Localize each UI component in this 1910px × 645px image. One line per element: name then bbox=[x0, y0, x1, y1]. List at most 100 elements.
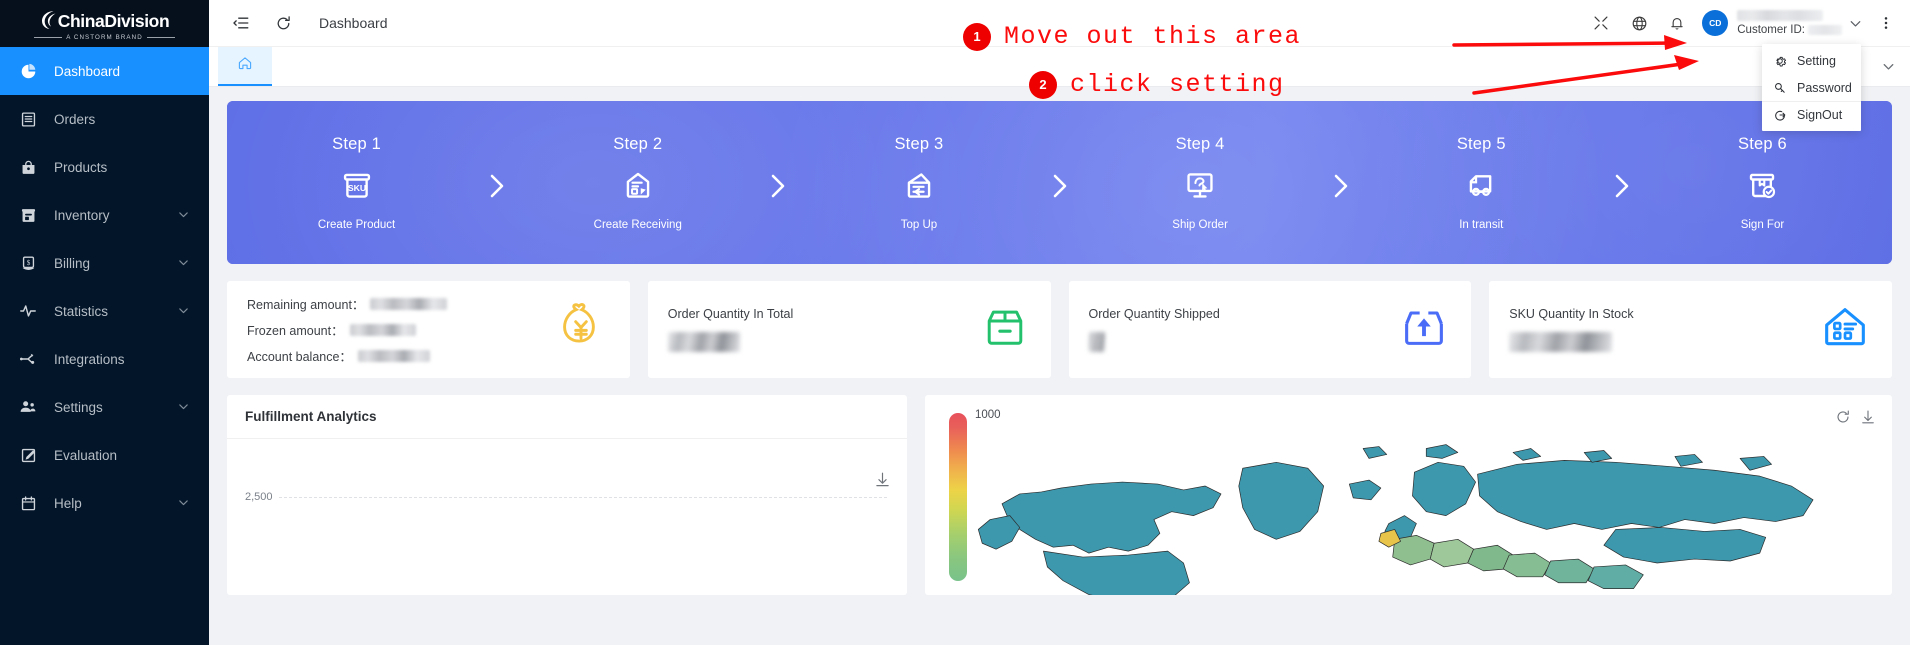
bell-icon[interactable] bbox=[1658, 4, 1696, 42]
dashboard-content: Step 1 SKU Create Product Step 2 Create … bbox=[209, 87, 1910, 595]
step-label: In transit bbox=[1459, 218, 1504, 231]
sku-box-icon: SKU bbox=[335, 162, 379, 208]
frozen-amount-label: Frozen amount： bbox=[247, 324, 344, 338]
customer-id-label: Customer ID: bbox=[1737, 24, 1842, 36]
map-toolbar bbox=[1835, 409, 1876, 425]
step-label: Create Receiving bbox=[593, 218, 682, 231]
home-icon bbox=[237, 55, 253, 76]
remaining-amount-label: Remaining amount： bbox=[247, 298, 365, 312]
menu-item-setting[interactable]: Setting bbox=[1762, 47, 1861, 74]
sidebar-item-statistics[interactable]: Statistics bbox=[0, 287, 209, 335]
bag-icon bbox=[16, 156, 40, 178]
more-vertical-icon[interactable] bbox=[1872, 4, 1900, 42]
sidebar-item-inventory[interactable]: Inventory bbox=[0, 191, 209, 239]
sidebar-item-evaluation[interactable]: Evaluation bbox=[0, 431, 209, 479]
sidebar-item-settings[interactable]: Settings bbox=[0, 383, 209, 431]
card-order-quantity-shipped[interactable]: Order Quantity Shipped bbox=[1068, 281, 1472, 378]
fullscreen-icon[interactable] bbox=[1582, 4, 1620, 42]
avatar[interactable]: CD bbox=[1702, 10, 1729, 36]
warehouse-icon bbox=[1818, 300, 1872, 359]
panel-header: Fulfillment Analytics bbox=[227, 395, 907, 439]
user-dropdown-menu[interactable]: Setting Password SignOut bbox=[1762, 44, 1861, 131]
step-6[interactable]: Step 6 Sign For bbox=[1639, 135, 1886, 231]
tab-home[interactable] bbox=[218, 47, 272, 86]
sidebar-item-label: Statistics bbox=[54, 303, 109, 319]
menu-item-signout[interactable]: SignOut bbox=[1762, 101, 1861, 128]
chevron-right-icon bbox=[1324, 165, 1358, 201]
download-icon[interactable] bbox=[874, 471, 891, 493]
card-order-quantity-total[interactable]: Order Quantity In Total bbox=[647, 281, 1051, 378]
step-3[interactable]: Step 3 Top Up bbox=[795, 135, 1042, 231]
pulse-icon bbox=[16, 300, 40, 322]
step-4[interactable]: Step 4 Ship Order bbox=[1077, 135, 1324, 231]
step-title: Step 6 bbox=[1737, 134, 1787, 153]
menu-fold-icon[interactable] bbox=[227, 9, 255, 37]
sidebar-item-label: Dashboard bbox=[54, 63, 121, 79]
menu-item-label: SignOut bbox=[1797, 108, 1843, 122]
sidebar-item-integrations[interactable]: Integrations bbox=[0, 335, 209, 383]
chevron-right-icon bbox=[1605, 165, 1639, 201]
chevron-down-icon bbox=[178, 304, 189, 319]
onboarding-steps-banner: Step 1 SKU Create Product Step 2 Create … bbox=[227, 101, 1892, 264]
frozen-amount-value-redacted bbox=[349, 323, 416, 336]
svg-text:SKU: SKU bbox=[347, 183, 365, 193]
step-title: Step 1 bbox=[332, 134, 382, 153]
chinadivision-swoosh-icon bbox=[40, 10, 57, 30]
refresh-icon[interactable] bbox=[1835, 409, 1851, 425]
box-icon bbox=[16, 204, 40, 226]
chevron-down-icon bbox=[178, 400, 189, 415]
sidebar-item-dashboard[interactable]: Dashboard bbox=[0, 47, 209, 95]
menu-item-password[interactable]: Password bbox=[1762, 74, 1861, 101]
account-balance-row: Account balance： bbox=[247, 346, 447, 365]
refresh-icon[interactable] bbox=[269, 9, 297, 37]
sidebar-item-label: Settings bbox=[54, 399, 103, 415]
orders-icon bbox=[16, 108, 40, 130]
calendar-icon bbox=[16, 492, 40, 514]
step-title: Step 3 bbox=[894, 134, 944, 153]
chevron-down-icon bbox=[178, 256, 189, 271]
step-title: Step 4 bbox=[1175, 134, 1225, 153]
user-info[interactable]: Customer ID: bbox=[1737, 3, 1842, 43]
user-menu-chevron-down-icon[interactable] bbox=[1842, 4, 1868, 42]
account-balance-value-redacted bbox=[357, 349, 430, 362]
top-header: Dashboard CD Customer ID: bbox=[209, 0, 1910, 47]
money-bag-icon bbox=[552, 298, 610, 361]
step-5[interactable]: Step 5 In transit bbox=[1358, 135, 1605, 231]
download-icon[interactable] bbox=[1860, 409, 1876, 425]
account-balance-label: Account balance： bbox=[247, 350, 352, 364]
colorbar-max-label: 1000 bbox=[975, 409, 1001, 421]
card-value-redacted bbox=[1509, 332, 1613, 352]
brand-logo[interactable]: ChinaDivision A CNSTORM BRAND bbox=[0, 0, 209, 47]
world-map[interactable] bbox=[925, 413, 1892, 595]
step-label: Ship Order bbox=[1172, 218, 1228, 231]
receiving-icon bbox=[616, 162, 660, 208]
step-1[interactable]: Step 1 SKU Create Product bbox=[233, 135, 480, 231]
stat-cards: Remaining amount： Frozen amount： Account… bbox=[227, 281, 1892, 378]
frozen-amount-row: Frozen amount： bbox=[247, 320, 447, 339]
brand-name: ChinaDivision bbox=[57, 10, 170, 31]
sidebar: ChinaDivision A CNSTORM BRAND Dashboard … bbox=[0, 0, 209, 645]
dollar-icon: $ bbox=[16, 252, 40, 274]
globe-icon[interactable] bbox=[1620, 4, 1658, 42]
sidebar-item-orders[interactable]: Orders bbox=[0, 95, 209, 143]
sidebar-item-label: Billing bbox=[54, 255, 91, 271]
card-sku-quantity-stock[interactable]: SKU Quantity In Stock bbox=[1489, 281, 1892, 378]
step-2[interactable]: Step 2 Create Receiving bbox=[514, 135, 761, 231]
sidebar-item-billing[interactable]: $ Billing bbox=[0, 239, 209, 287]
card-value-redacted bbox=[667, 332, 740, 352]
ship-order-icon bbox=[1178, 162, 1222, 208]
topup-icon bbox=[897, 162, 941, 208]
brand-tagline: A CNSTORM BRAND bbox=[34, 34, 175, 41]
sidebar-item-help[interactable]: Help bbox=[0, 479, 209, 527]
sidebar-item-products[interactable]: Products bbox=[0, 143, 209, 191]
sidebar-item-label: Evaluation bbox=[54, 447, 118, 463]
key-icon bbox=[1773, 81, 1787, 95]
bottom-panels: Fulfillment Analytics 2,500 1000 bbox=[227, 395, 1892, 595]
card-title: Order Quantity In Total bbox=[667, 307, 794, 321]
tab-overflow-chevron-down-icon[interactable] bbox=[1866, 47, 1910, 86]
step-label: Top Up bbox=[900, 218, 938, 231]
main-area: Dashboard CD Customer ID: Step 1 SKU Cre… bbox=[209, 0, 1910, 645]
card-account-balance[interactable]: Remaining amount： Frozen amount： Account… bbox=[227, 281, 630, 378]
avatar-initials: CD bbox=[1709, 18, 1722, 28]
panel-fulfillment-analytics: Fulfillment Analytics 2,500 bbox=[227, 395, 907, 595]
